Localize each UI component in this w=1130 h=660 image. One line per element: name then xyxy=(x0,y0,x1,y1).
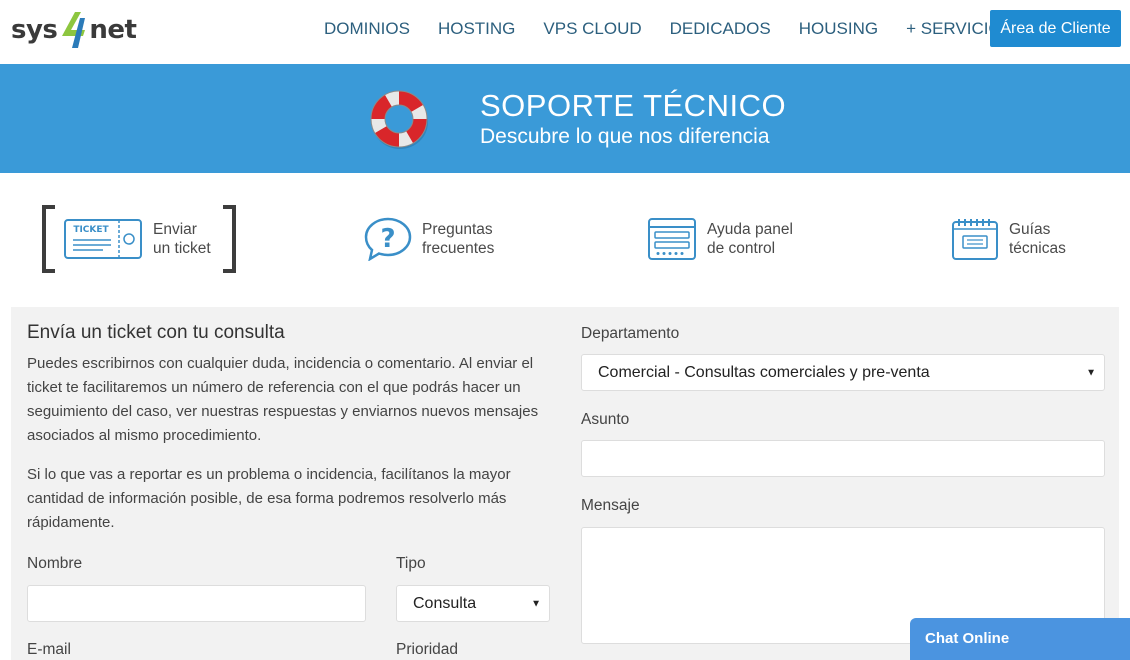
departamento-label: Departamento xyxy=(581,325,680,342)
departamento-select[interactable]: Comercial - Consultas comerciales y pre-… xyxy=(581,354,1105,391)
tab-enviar-ticket[interactable]: TICKET Enviar un ticket xyxy=(63,217,211,261)
nav-dominios[interactable]: DOMINIOS xyxy=(324,19,410,39)
svg-text:?: ? xyxy=(380,224,395,254)
tab-label: Enviar un ticket xyxy=(153,221,211,257)
form-hint-paragraph: Si lo que vas a reportar es un problema … xyxy=(27,466,511,531)
main-menu: DOMINIOS HOSTING VPS CLOUD DEDICADOS HOU… xyxy=(324,0,1041,58)
tab-ayuda-panel[interactable]: Ayuda panel de control xyxy=(647,217,793,261)
mensaje-label: Mensaje xyxy=(581,497,640,514)
tipo-select[interactable]: Consulta ▼ xyxy=(396,585,550,622)
tab-guias-tecnicas[interactable]: Guías técnicas xyxy=(951,217,1066,261)
tab-label: Preguntas frecuentes xyxy=(422,221,495,257)
logo-mark-icon xyxy=(62,12,86,48)
nombre-label: Nombre xyxy=(27,555,83,572)
tab-label: Ayuda panel de control xyxy=(707,221,793,257)
client-area-button[interactable]: Área de Cliente xyxy=(990,10,1121,47)
asunto-label: Asunto xyxy=(581,411,630,428)
email-label: E-mail xyxy=(27,641,71,658)
ticket-icon-text: TICKET xyxy=(73,225,109,235)
form-intro-paragraph: Puedes escribirnos con cualquier duda, i… xyxy=(27,355,539,444)
ticket-icon: TICKET xyxy=(64,219,142,259)
page-subtitle: Descubre lo que nos diferencia xyxy=(480,125,770,148)
active-tab-bracket-right xyxy=(223,205,236,273)
chevron-down-icon: ▼ xyxy=(1086,367,1096,378)
page-title: SOPORTE TÉCNICO xyxy=(480,88,787,123)
top-navigation: sys net DOMINIOS HOSTING VPS CLOUD DEDIC… xyxy=(0,0,1130,64)
prioridad-label: Prioridad xyxy=(396,641,459,658)
faq-icon: ? xyxy=(364,217,412,261)
chevron-down-icon: ▼ xyxy=(531,598,541,609)
departamento-selected-value: Comercial - Consultas comerciales y pre-… xyxy=(598,363,930,381)
logo-text-right: net xyxy=(89,15,137,45)
nav-vps-cloud[interactable]: VPS CLOUD xyxy=(543,19,641,39)
nav-hosting[interactable]: HOSTING xyxy=(438,19,515,39)
tipo-selected-value: Consulta xyxy=(413,594,477,612)
nav-dedicados[interactable]: DEDICADOS xyxy=(670,19,771,39)
control-panel-icon xyxy=(648,218,696,260)
active-tab-bracket-left xyxy=(42,205,55,273)
logo-text-left: sys xyxy=(11,15,58,45)
nombre-input[interactable] xyxy=(27,585,366,622)
hero-banner: SOPORTE TÉCNICO Descubre lo que nos dife… xyxy=(0,64,1130,173)
logo[interactable]: sys net xyxy=(11,8,137,52)
nav-housing[interactable]: HOUSING xyxy=(799,19,878,39)
tab-label: Guías técnicas xyxy=(1009,221,1066,257)
lifebuoy-icon xyxy=(370,90,428,149)
guides-icon xyxy=(952,219,998,260)
asunto-input[interactable] xyxy=(581,440,1105,477)
tab-preguntas-frecuentes[interactable]: ? Preguntas frecuentes xyxy=(364,217,494,261)
form-title: Envía un ticket con tu consulta xyxy=(27,322,285,343)
chat-online-button[interactable]: Chat Online xyxy=(910,618,1130,660)
tipo-label: Tipo xyxy=(396,555,426,572)
support-tabs: TICKET Enviar un ticket ? Preguntas frec… xyxy=(0,195,1130,285)
